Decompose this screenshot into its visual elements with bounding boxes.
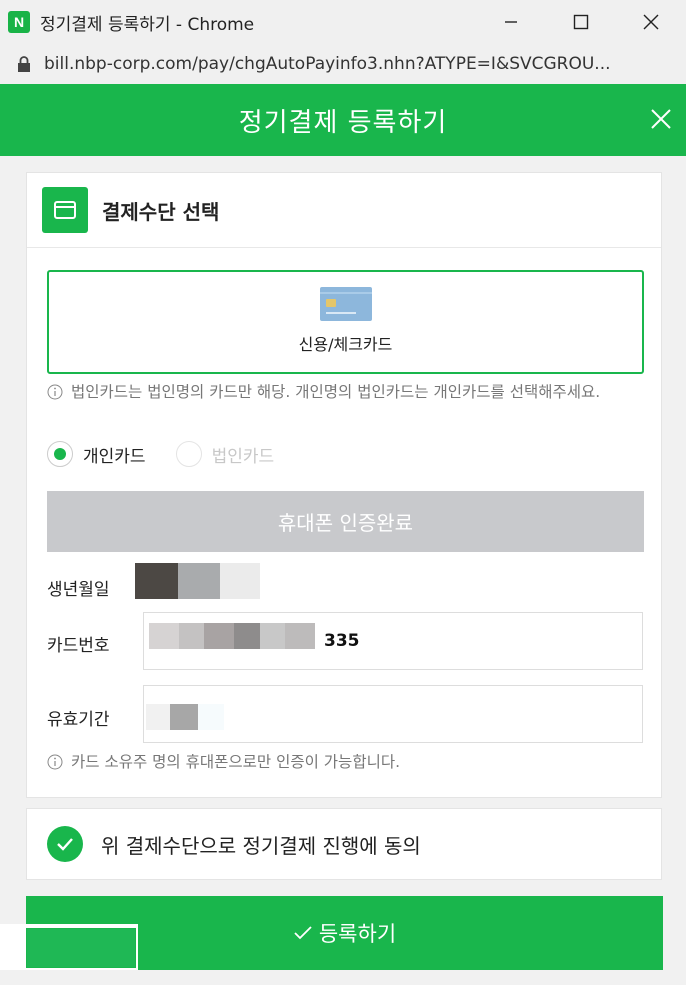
credit-card-icon [42, 187, 88, 233]
radio-button[interactable] [47, 441, 73, 467]
info-icon [47, 754, 63, 770]
page-header: 정기결제 등록하기 [0, 84, 686, 156]
card-number-suffix: 335 [324, 631, 360, 651]
expiry-label: 유효기간 [47, 710, 110, 730]
agree-text: 위 결제수단으로 정기결제 진행에 동의 [101, 833, 421, 858]
address-bar[interactable]: bill.nbp-corp.com/pay/chgAutoPayinfo3.nh… [0, 44, 686, 84]
radio-label: 개인카드 [83, 446, 146, 467]
minimize-icon [505, 21, 517, 23]
corporate-card-notice: 법인카드는 법인명의 카드만 해당. 개인명의 법인카드는 개인카드를 선택해주… [47, 381, 647, 403]
window-title: 정기결제 등록하기 - Chrome [40, 14, 255, 35]
naver-logo-icon: N [8, 11, 30, 33]
card-number-field[interactable]: 335 [143, 612, 643, 670]
payment-method-card: 결제수단 선택 신용/체크카드 법인카드는 법인명의 카드만 해당. 개인명의 … [26, 172, 662, 798]
close-icon [643, 14, 659, 30]
overlay-element [26, 928, 136, 968]
window-titlebar: N 정기결제 등록하기 - Chrome [0, 0, 686, 44]
radio-corporate-card[interactable]: 법인카드 [175, 441, 275, 467]
card-type-radio-group: 개인카드 법인카드 [47, 441, 304, 467]
info-icon [47, 384, 63, 400]
phone-notice-text: 카드 소유주 명의 휴대폰으로만 인증이 가능합니다. [71, 753, 401, 771]
agree-checkbox[interactable] [47, 826, 83, 862]
radio-label: 법인카드 [211, 446, 275, 467]
notice-text: 법인카드는 법인명의 카드만 해당. 개인명의 법인카드는 개인카드를 선택해주… [71, 383, 601, 401]
window-controls [476, 0, 686, 44]
credit-check-card-option[interactable]: 신용/체크카드 [47, 270, 644, 374]
expiry-field[interactable] [143, 685, 643, 743]
card-image-icon [319, 287, 372, 321]
birth-date-label: 생년월일 [47, 580, 110, 600]
radio-button[interactable] [175, 441, 202, 467]
method-label: 신용/체크카드 [298, 335, 393, 354]
radio-personal-card[interactable]: 개인카드 [47, 441, 146, 467]
maximize-icon [573, 14, 589, 30]
close-window-button[interactable] [616, 0, 686, 44]
page-title: 정기결제 등록하기 [238, 107, 448, 138]
checkmark-icon [294, 926, 312, 940]
phone-verified-button[interactable]: 휴대폰 인증완료 [47, 491, 644, 552]
close-popup-icon[interactable] [648, 106, 674, 132]
section-title: 결제수단 선택 [102, 199, 220, 224]
lock-icon [18, 56, 30, 72]
section-header: 결제수단 선택 [27, 173, 661, 248]
url-text[interactable]: bill.nbp-corp.com/pay/chgAutoPayinfo3.nh… [44, 54, 684, 74]
phone-notice: 카드 소유주 명의 휴대폰으로만 인증이 가능합니다. [47, 751, 647, 773]
maximize-button[interactable] [546, 0, 616, 44]
minimize-button[interactable] [476, 0, 546, 44]
checkmark-icon [57, 838, 73, 851]
register-button-label: 등록하기 [318, 922, 397, 946]
card-number-label: 카드번호 [47, 636, 110, 656]
agree-checkbox-row[interactable]: 위 결제수단으로 정기결제 진행에 동의 [26, 808, 662, 880]
